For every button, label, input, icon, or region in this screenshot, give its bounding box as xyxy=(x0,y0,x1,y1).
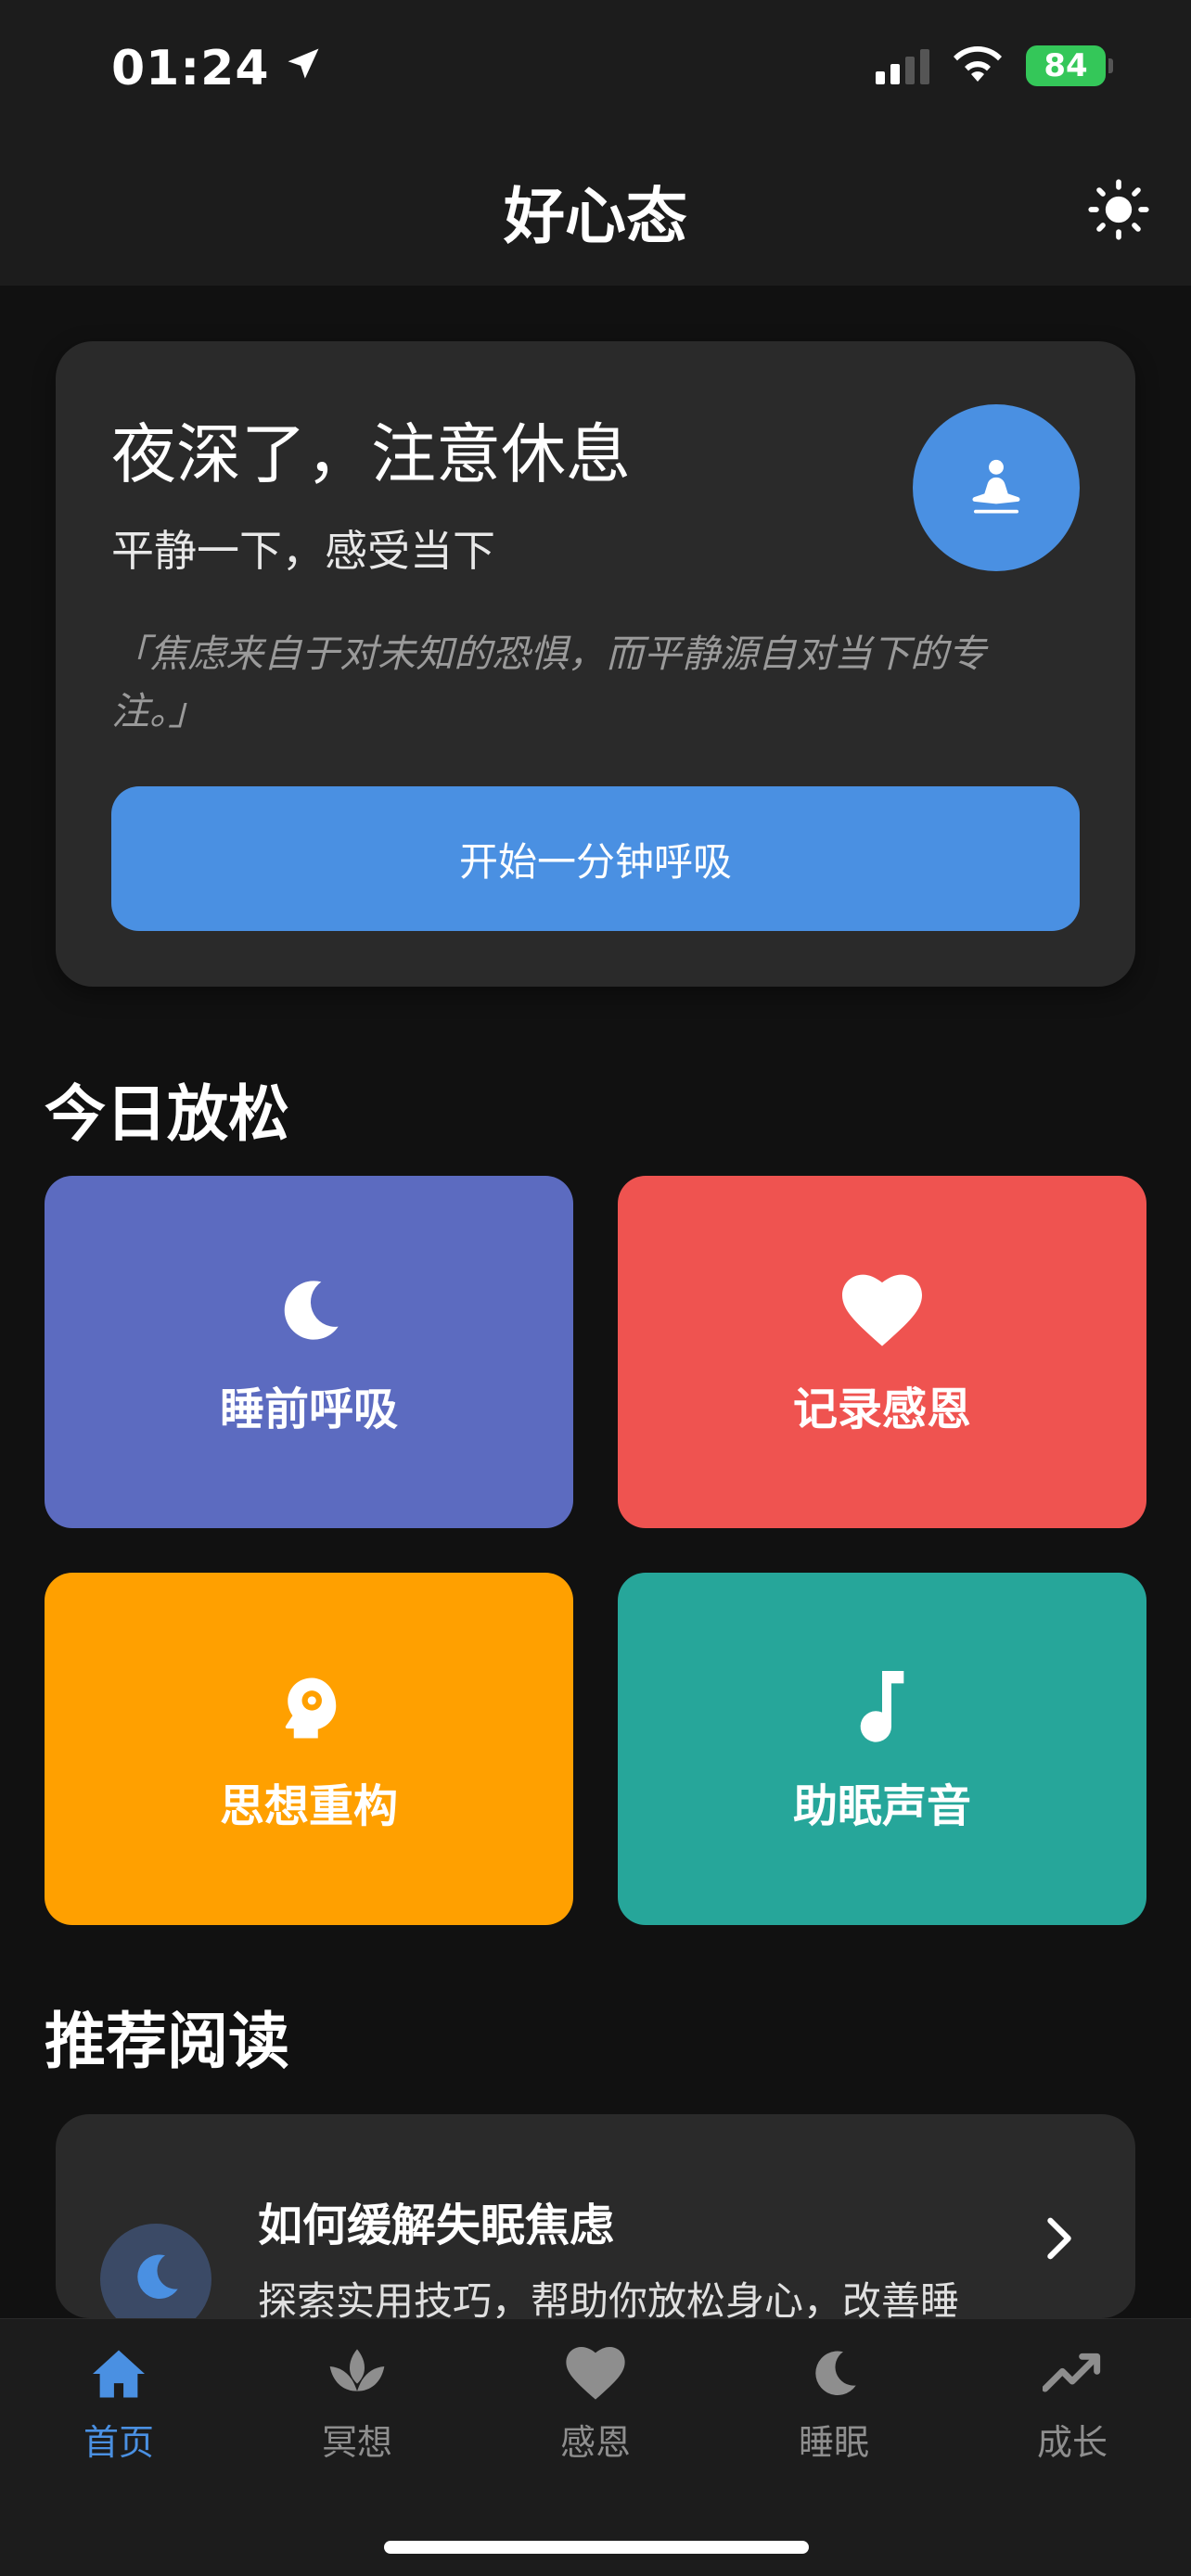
bottom-tab-bar: 首页 冥想 感恩 睡眠 成长 xyxy=(0,2318,1191,2576)
article-card[interactable]: 如何缓解失眠焦虑 探索实用技巧，帮助你放松身心，改善睡 xyxy=(56,2114,1135,2318)
tile-sleep-sounds[interactable]: 助眠声音 xyxy=(618,1573,1146,1925)
tile-thought-reframe[interactable]: 思想重构 xyxy=(45,1573,573,1925)
heart-icon xyxy=(842,1267,922,1356)
battery-level: 84 xyxy=(1044,47,1088,84)
status-bar: 01:24 84 xyxy=(0,0,1191,139)
quote-text: 「焦虑来自于对未知的恐惧，而平静源自对当下的专注。」 xyxy=(111,631,986,733)
tab-label: 成长 xyxy=(1036,2422,1108,2463)
moon-icon xyxy=(806,2341,862,2406)
tab-growth[interactable]: 成长 xyxy=(954,2341,1191,2465)
theme-toggle-button[interactable] xyxy=(1082,174,1156,249)
tile-sleep-breathing[interactable]: 睡前呼吸 xyxy=(45,1176,573,1528)
tile-gratitude-journal[interactable]: 记录感恩 xyxy=(618,1176,1146,1528)
tab-home[interactable]: 首页 xyxy=(0,2341,237,2465)
wifi-icon xyxy=(952,45,1004,87)
tab-meditation[interactable]: 冥想 xyxy=(238,2341,476,2465)
tile-label: 记录感恩 xyxy=(792,1384,971,1435)
home-indicator[interactable] xyxy=(384,2541,809,2554)
relax-section-title: 今日放松 xyxy=(45,1078,289,1150)
start-breathing-button[interactable]: 开始一分钟呼吸 xyxy=(111,786,1080,931)
music-note-icon xyxy=(854,1664,910,1753)
heart-icon xyxy=(566,2341,625,2406)
lotus-icon xyxy=(327,2341,387,2406)
reading-section-title: 推荐阅读 xyxy=(45,2006,289,2077)
cellular-signal-icon xyxy=(876,47,929,84)
article-thumbnail xyxy=(100,2224,211,2318)
chevron-right-icon xyxy=(1031,2211,1087,2266)
status-time: 01:24 xyxy=(111,41,324,96)
tab-label: 冥想 xyxy=(321,2422,392,2463)
app-header: 好心态 xyxy=(0,139,1191,286)
greeting-subheading: 平静一下，感受当下 xyxy=(111,526,495,576)
location-arrow-icon xyxy=(283,41,324,96)
sun-icon xyxy=(1087,178,1150,245)
greeting-card: 夜深了，注意休息 平静一下，感受当下 「焦虑来自于对未知的恐惧，而平静源自对当下… xyxy=(56,341,1135,987)
article-title: 如何缓解失眠焦虑 xyxy=(258,2200,615,2251)
tile-label: 睡前呼吸 xyxy=(219,1384,398,1435)
time-text: 01:24 xyxy=(111,41,270,96)
status-indicators: 84 xyxy=(876,45,1113,87)
greeting-heading: 夜深了，注意休息 xyxy=(111,416,631,492)
meditation-icon[interactable] xyxy=(913,404,1080,571)
tile-label: 助眠声音 xyxy=(792,1780,971,1832)
home-icon xyxy=(90,2341,147,2406)
tab-gratitude[interactable]: 感恩 xyxy=(477,2341,714,2465)
tab-label: 感恩 xyxy=(559,2422,631,2463)
head-gear-icon xyxy=(273,1664,345,1753)
moon-icon xyxy=(128,2250,184,2309)
tab-sleep[interactable]: 睡眠 xyxy=(715,2341,953,2465)
article-description: 探索实用技巧，帮助你放松身心，改善睡 xyxy=(258,2278,960,2318)
trend-icon xyxy=(1043,2341,1102,2406)
page-title: 好心态 xyxy=(504,181,687,252)
battery-indicator: 84 xyxy=(1026,45,1113,86)
tab-label: 首页 xyxy=(83,2422,154,2463)
moon-icon xyxy=(272,1267,346,1356)
tab-label: 睡眠 xyxy=(798,2422,869,2463)
tile-label: 思想重构 xyxy=(219,1780,398,1832)
